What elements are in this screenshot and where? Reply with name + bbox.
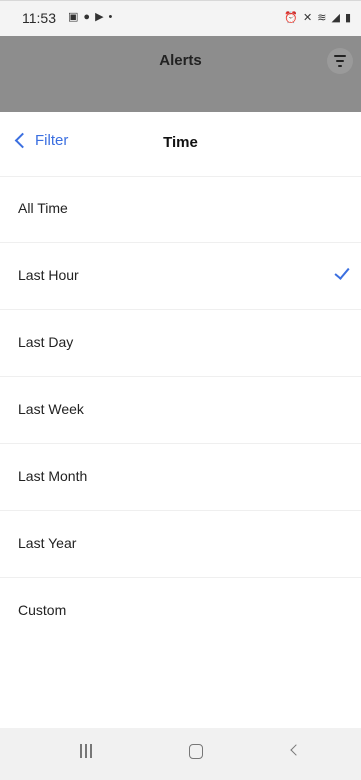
- status-notification-icons: ▣ ● ▶ •: [68, 10, 112, 24]
- status-system-icons: ⏰ ✕ ≋ ◢ ▮: [284, 11, 351, 25]
- dot-icon: •: [108, 11, 113, 23]
- back-icon[interactable]: [290, 744, 302, 756]
- option-last-week[interactable]: Last Week: [0, 377, 361, 444]
- gallery-icon: ▣: [68, 11, 79, 23]
- option-label: Last Week: [18, 401, 84, 417]
- checkmark-icon: [334, 264, 350, 280]
- option-last-year[interactable]: Last Year: [0, 511, 361, 578]
- sheet-title: Time: [163, 134, 198, 151]
- background-alerts-header: Alerts: [0, 36, 361, 112]
- time-filter-sheet: Filter Time All Time Last Hour Last Day …: [0, 112, 361, 712]
- option-last-hour[interactable]: Last Hour: [0, 243, 361, 310]
- system-navigation-bar: [0, 728, 361, 780]
- battery-icon: ▮: [344, 12, 351, 24]
- sheet-header: Filter Time: [0, 112, 361, 177]
- option-label: Last Hour: [18, 267, 79, 283]
- filter-button[interactable]: [327, 48, 353, 74]
- option-label: Custom: [18, 602, 67, 618]
- option-label: Last Year: [18, 535, 77, 551]
- facebook-icon: ●: [83, 11, 91, 23]
- mute-icon: ✕: [303, 12, 313, 24]
- time-options-list: All Time Last Hour Last Day Last Week La…: [0, 176, 361, 645]
- option-all-time[interactable]: All Time: [0, 176, 361, 243]
- background-title: Alerts: [159, 52, 202, 69]
- recent-apps-icon[interactable]: [80, 744, 92, 758]
- youtube-icon: ▶: [95, 11, 104, 23]
- filter-icon: [334, 55, 346, 67]
- option-label: Last Day: [18, 334, 74, 350]
- signal-icon: ◢: [331, 12, 340, 24]
- option-custom[interactable]: Custom: [0, 578, 361, 645]
- wifi-icon: ≋: [317, 12, 327, 24]
- option-label: Last Month: [18, 468, 88, 484]
- alarm-icon: ⏰: [284, 12, 299, 24]
- option-last-day[interactable]: Last Day: [0, 310, 361, 377]
- status-time: 11:53: [22, 10, 56, 26]
- option-label: All Time: [18, 200, 68, 216]
- home-icon[interactable]: [189, 744, 203, 759]
- status-bar: 11:53 ▣ ● ▶ • ⏰ ✕ ≋ ◢ ▮: [0, 0, 361, 36]
- option-last-month[interactable]: Last Month: [0, 444, 361, 511]
